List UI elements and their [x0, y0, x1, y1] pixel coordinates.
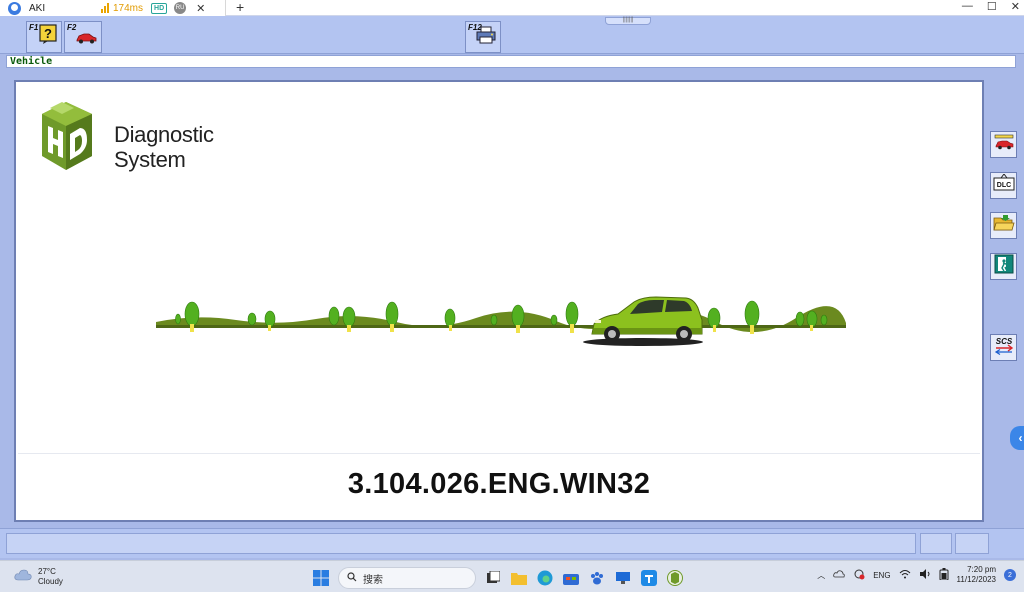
maximize-button[interactable]: ☐ — [987, 0, 997, 13]
f2-vehicle-button[interactable]: F2 — [64, 21, 102, 53]
new-tab-button[interactable]: + — [236, 0, 244, 15]
software-version: 3.104.026.ENG.WIN32 — [347, 468, 651, 500]
open-file-button[interactable] — [990, 212, 1017, 239]
minimize-button[interactable]: — — [962, 0, 973, 13]
battery-icon[interactable] — [939, 568, 949, 582]
search-icon — [347, 571, 357, 585]
onedrive-icon[interactable] — [833, 570, 845, 580]
help-icon: ? — [39, 24, 57, 49]
vehicle-info-bar: Vehicle — [6, 55, 1016, 68]
folder-icon — [992, 214, 1015, 237]
sync-icon[interactable] — [853, 568, 865, 582]
store-icon[interactable] — [562, 569, 580, 587]
svg-text:SCS: SCS — [995, 337, 1012, 346]
taskbar-apps: 搜索 — [312, 567, 684, 589]
close-window-button[interactable]: ✕ — [1011, 0, 1020, 13]
ru-badge[interactable]: RU — [174, 2, 187, 14]
paw-app-icon[interactable] — [588, 569, 606, 587]
weather-condition: Cloudy — [38, 577, 63, 586]
temperature: 27°C — [38, 567, 56, 576]
hds-logo-icon — [36, 98, 98, 177]
edge-browser-icon[interactable] — [536, 569, 554, 587]
task-view-icon[interactable] — [484, 569, 502, 587]
scs-button[interactable]: SCS — [990, 334, 1017, 361]
exit-door-icon — [994, 254, 1014, 279]
session-tab-bar: AKI 174ms HD RU ✕ + — ☐ ✕ — [0, 0, 1024, 16]
system-tray: ︿ ENG 7:20 pm 11/12/2023 2 — [817, 565, 1016, 585]
svg-text:?: ? — [44, 26, 52, 41]
clock-time: 7:20 pm — [967, 565, 996, 574]
wifi-icon[interactable] — [899, 569, 911, 581]
f12-print-button[interactable]: F12 — [465, 21, 501, 53]
user-avatar-icon — [8, 1, 21, 15]
logo-line-1: Diagnostic — [114, 122, 214, 147]
dlc-icon: DLC — [993, 173, 1015, 197]
road-scene-illustration — [156, 292, 846, 367]
app-toolbar: F1 ? F2 ||||||| F12 — [0, 16, 1024, 54]
car-icon — [75, 31, 97, 49]
clock-date: 11/12/2023 — [956, 575, 996, 584]
teamviewer-icon[interactable] — [640, 569, 658, 587]
session-tab-title: AKI — [29, 2, 46, 14]
notification-badge[interactable]: 2 — [1004, 569, 1016, 581]
expand-sidebar-button[interactable]: ‹ — [1010, 426, 1024, 450]
latency-value: 174ms — [113, 2, 144, 14]
printer-icon — [476, 26, 496, 49]
toolbar-grip[interactable]: ||||||| — [605, 17, 651, 25]
scs-icon: SCS — [993, 335, 1015, 360]
vehicle-label: Vehicle — [10, 56, 53, 67]
chevron-up-icon[interactable]: ︿ — [817, 570, 825, 581]
speaker-icon[interactable] — [919, 569, 931, 581]
status-message-field — [6, 533, 916, 554]
car-illustration — [591, 296, 703, 342]
exit-button[interactable] — [990, 253, 1017, 280]
car-lift-icon — [993, 133, 1015, 156]
remote-desktop-icon[interactable] — [614, 569, 632, 587]
signal-strength-icon — [101, 3, 109, 13]
status-bar — [0, 528, 1024, 558]
status-field-3 — [955, 533, 989, 554]
file-explorer-icon[interactable] — [510, 569, 528, 587]
f1-help-button[interactable]: F1 ? — [26, 21, 62, 53]
session-tab[interactable]: AKI 174ms HD RU ✕ — [0, 0, 226, 16]
svg-text:DLC: DLC — [996, 182, 1010, 189]
cloud-icon — [14, 568, 32, 586]
vehicle-select-button[interactable] — [990, 131, 1017, 158]
close-tab-icon[interactable]: ✕ — [196, 2, 205, 15]
taskbar-search[interactable]: 搜索 — [338, 567, 476, 589]
search-placeholder: 搜索 — [363, 574, 383, 586]
splash-screen: Diagnostic System — [18, 84, 980, 454]
hd-badge[interactable]: HD — [151, 2, 168, 14]
language-indicator[interactable]: ENG — [873, 571, 890, 580]
logo-wordmark: Diagnostic System — [114, 122, 214, 172]
windows-taskbar: 27°C Cloudy 搜索 ︿ ENG 7:20 pm 11/12/2023 … — [0, 560, 1024, 592]
clock[interactable]: 7:20 pm 11/12/2023 — [957, 565, 996, 585]
start-button[interactable] — [312, 569, 330, 587]
status-field-2 — [920, 533, 952, 554]
weather-widget[interactable]: 27°C Cloudy — [14, 567, 63, 587]
dlc-connector-button[interactable]: DLC — [990, 172, 1017, 199]
window-controls: — ☐ ✕ — [962, 0, 1020, 13]
main-panel: Diagnostic System 3.104.026.ENG.WIN32 — [14, 80, 984, 522]
f1-label: F1 — [29, 23, 39, 32]
logo-line-2: System — [114, 147, 186, 172]
hds-app-icon[interactable] — [666, 569, 684, 587]
